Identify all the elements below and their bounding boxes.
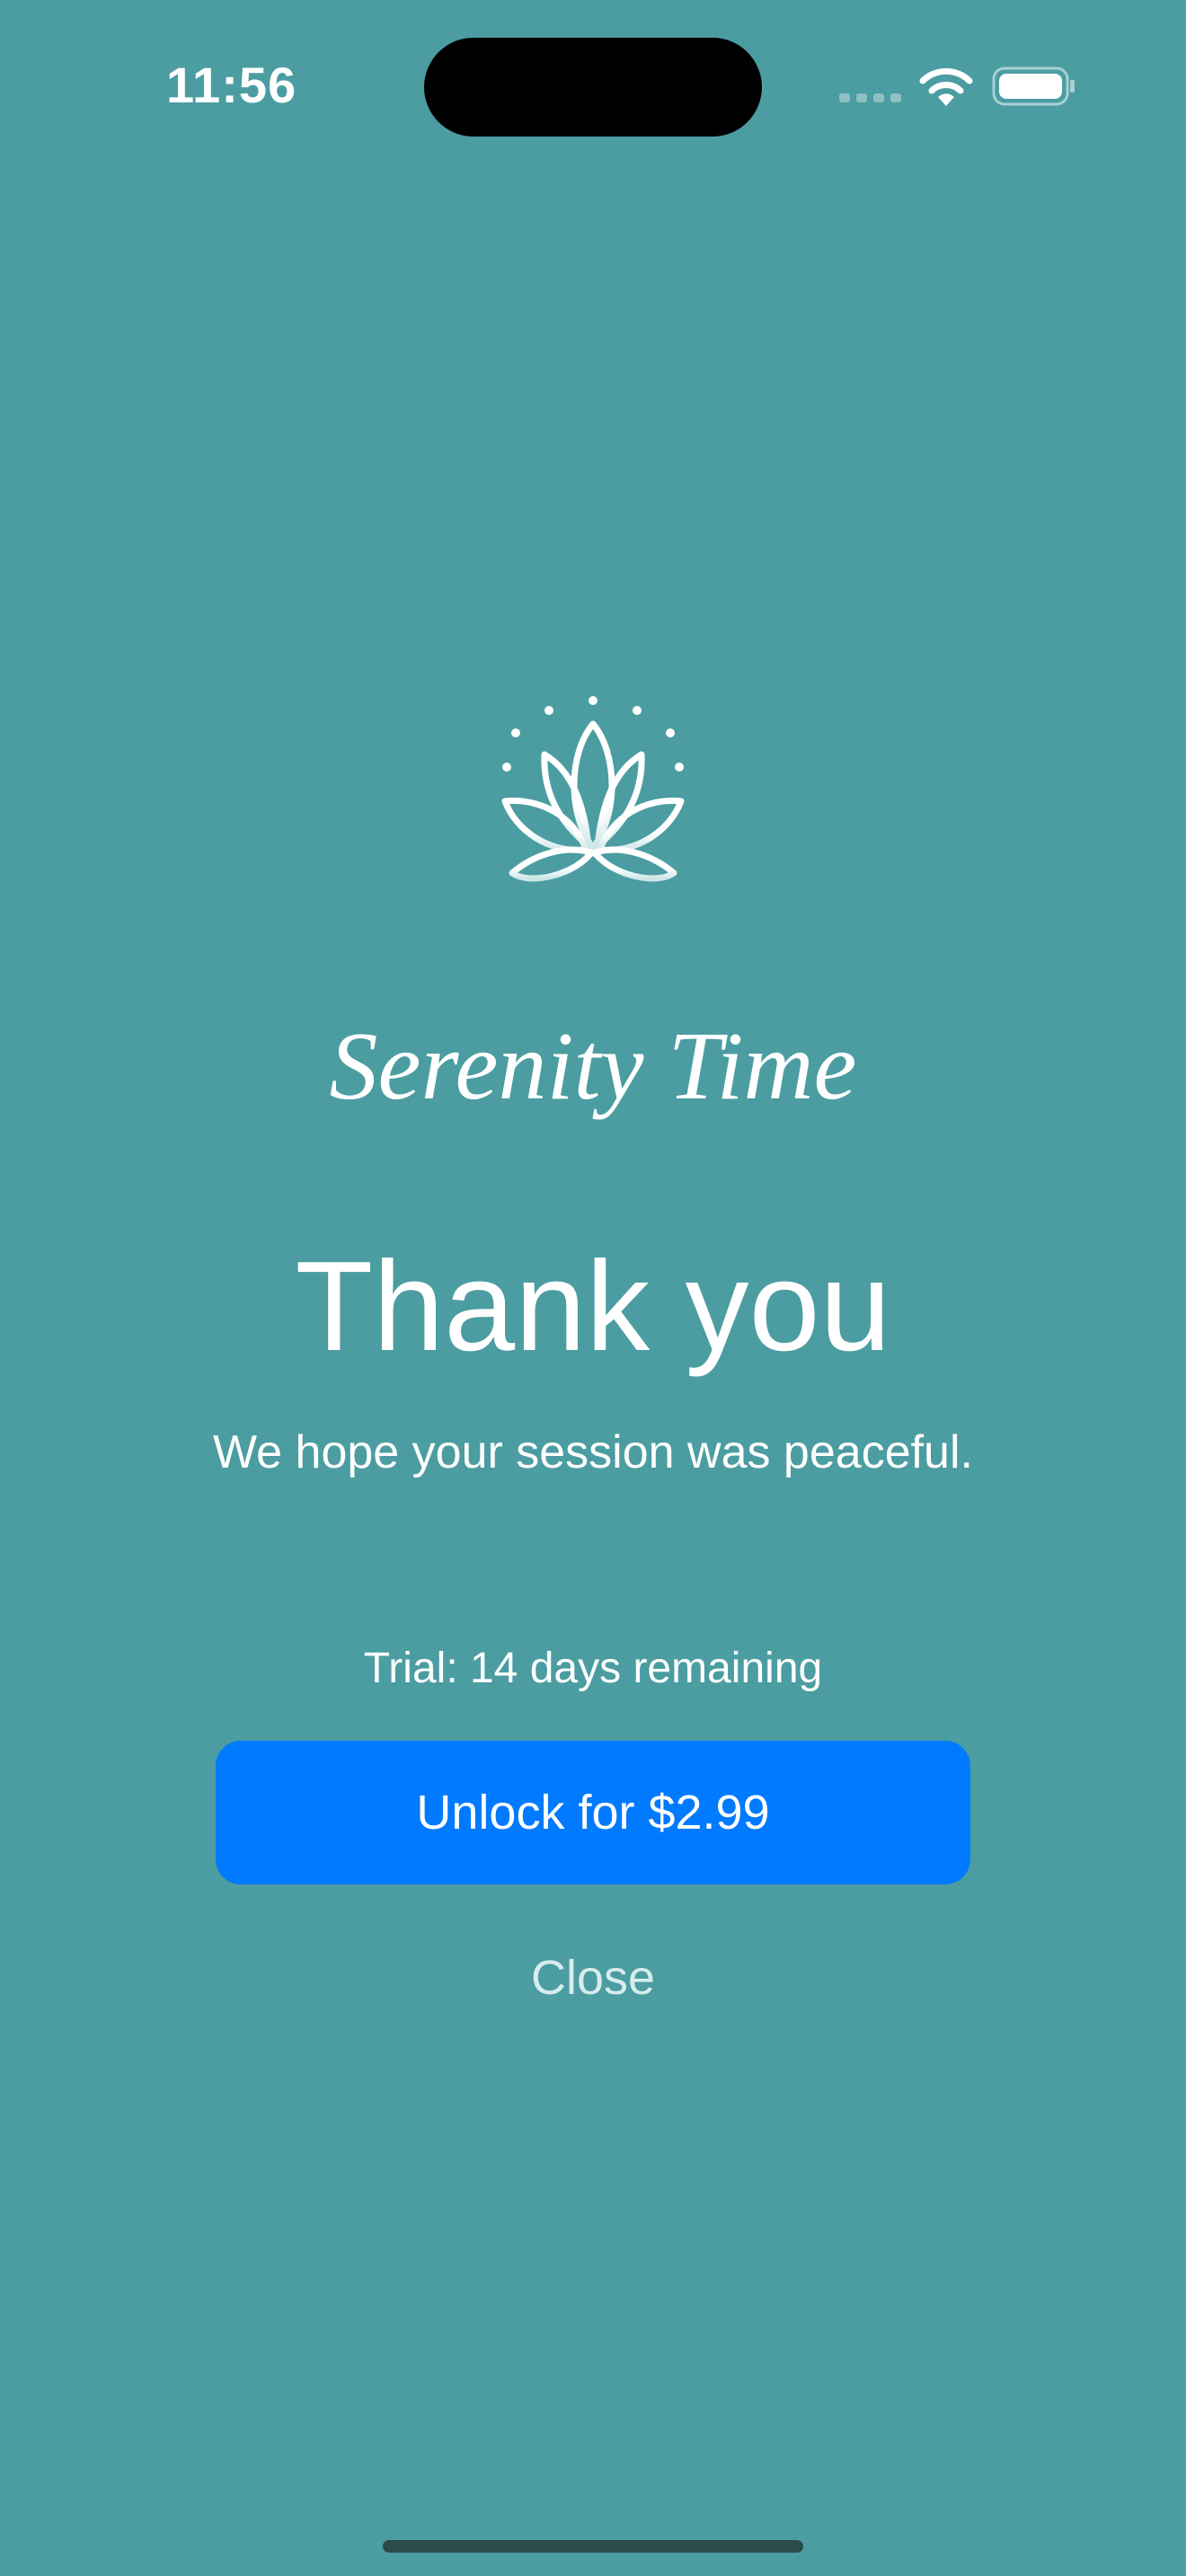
close-button[interactable]: Close bbox=[458, 1940, 728, 2016]
wifi-icon bbox=[919, 67, 973, 106]
cellular-signal-icon bbox=[839, 93, 901, 102]
battery-icon bbox=[992, 66, 1075, 106]
trial-status-text: Trial: 14 days remaining bbox=[363, 1645, 823, 1692]
thank-you-heading: Thank you bbox=[295, 1235, 891, 1378]
app-brand-name: Serenity Time bbox=[329, 1013, 857, 1120]
session-message: We hope your session was peaceful. bbox=[213, 1426, 973, 1478]
home-indicator[interactable] bbox=[383, 2540, 803, 2553]
status-bar-time: 11:56 bbox=[166, 57, 297, 113]
unlock-purchase-button[interactable]: Unlock for $2.99 bbox=[216, 1741, 970, 1884]
lotus-icon bbox=[501, 696, 685, 882]
dynamic-island bbox=[424, 38, 762, 137]
